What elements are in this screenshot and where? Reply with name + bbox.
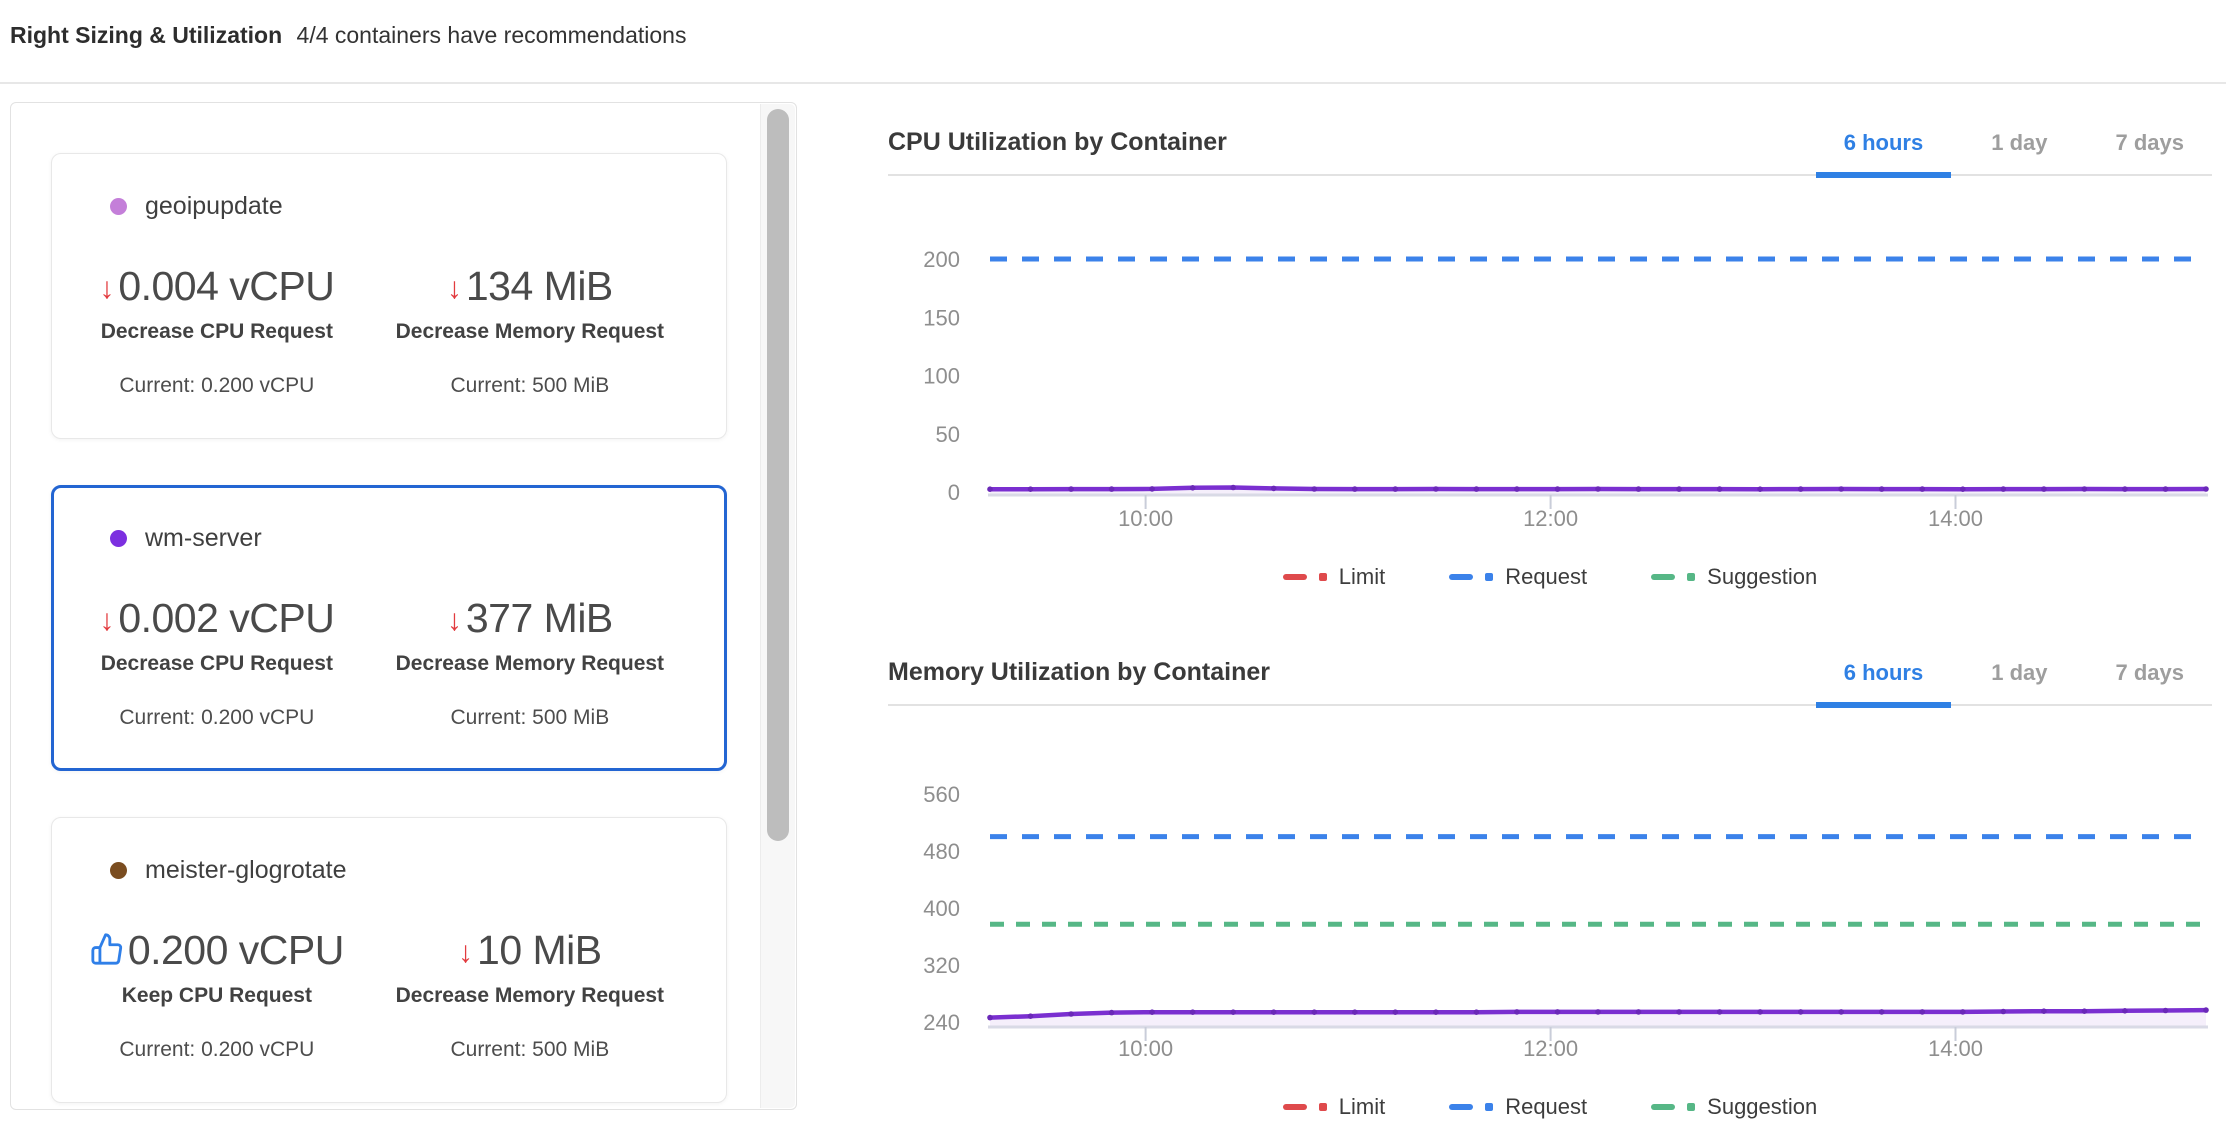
page-header: Right Sizing & Utilization 4/4 container…	[0, 0, 2226, 84]
cpu-chart-legend: Limit Request Suggestion	[888, 562, 2212, 592]
tab-6-hours[interactable]: 6 hours	[1816, 130, 1951, 178]
legend-item-request[interactable]: Request	[1449, 1094, 1587, 1120]
legend-label: Suggestion	[1707, 564, 1817, 590]
panel-scrollbar-track[interactable]	[760, 104, 795, 1108]
x-tick-label: 14:00	[1928, 506, 1983, 531]
legend-item-limit[interactable]: Limit	[1283, 564, 1385, 590]
tab-1-day[interactable]: 1 day	[1963, 130, 2075, 178]
y-tick-label: 150	[923, 305, 960, 330]
suggestion-dash-icon	[1651, 1104, 1675, 1110]
cpu-chart-title: CPU Utilization by Container	[888, 128, 1227, 157]
arrow-down-icon: ↓	[447, 274, 462, 304]
suggestion-dot-icon	[1687, 573, 1695, 581]
legend-item-suggestion[interactable]: Suggestion	[1651, 1094, 1817, 1120]
container-name: geoipupdate	[145, 192, 283, 221]
memory-chart-title: Memory Utilization by Container	[888, 658, 1270, 687]
cpu-recommendation-value: 0.200 vCPU	[128, 927, 344, 974]
cpu-current-value: Current: 0.200 vCPU	[76, 1038, 358, 1062]
request-dot-icon	[1485, 573, 1493, 581]
page-subtitle: 4/4 containers have recommendations	[297, 22, 687, 48]
suggestion-dash-icon	[1651, 574, 1675, 580]
y-tick-label: 50	[936, 422, 960, 447]
memory-chart-legend: Limit Request Suggestion	[888, 1092, 2212, 1122]
y-tick-label: 480	[923, 839, 960, 864]
request-dash-icon	[1449, 574, 1473, 580]
request-dash-icon	[1449, 1104, 1473, 1110]
x-tick-label: 12:00	[1523, 1036, 1578, 1061]
x-tick-label: 10:00	[1118, 1036, 1173, 1061]
legend-item-limit[interactable]: Limit	[1283, 1094, 1385, 1120]
tab-1-day[interactable]: 1 day	[1963, 660, 2075, 708]
cpu-chart-section: CPU Utilization by Container 6 hours 1 d…	[888, 110, 2212, 592]
arrow-down-icon: ↓	[447, 606, 462, 636]
legend-label: Suggestion	[1707, 1094, 1817, 1120]
legend-label: Request	[1505, 564, 1587, 590]
container-card-wm-server[interactable]: wm-server ↓ 0.002 vCPU Decrease CPU Requ…	[51, 485, 727, 771]
tab-7-days[interactable]: 7 days	[2088, 130, 2213, 178]
x-tick-label: 14:00	[1928, 1036, 1983, 1061]
container-name: meister-glogrotate	[145, 856, 346, 885]
x-tick-label: 12:00	[1523, 506, 1578, 531]
cpu-chart-plot[interactable]: 0 50 100 150 200 10:00 12:00 14:00	[888, 176, 2212, 536]
cpu-recommendation-value: 0.004 vCPU	[118, 263, 334, 310]
container-card-geoipupdate[interactable]: geoipupdate ↓ 0.004 vCPU Decrease CPU Re…	[51, 153, 727, 439]
y-tick-label: 560	[923, 782, 960, 807]
y-tick-label: 200	[923, 247, 960, 272]
y-tick-label: 320	[923, 953, 960, 978]
thumbs-up-icon	[90, 932, 124, 966]
tab-7-days[interactable]: 7 days	[2088, 660, 2213, 708]
legend-label: Request	[1505, 1094, 1587, 1120]
cpu-recommendation-label: Decrease CPU Request	[76, 652, 358, 676]
memory-current-value: Current: 500 MiB	[358, 706, 702, 730]
memory-current-value: Current: 500 MiB	[358, 1038, 702, 1062]
limit-dash-icon	[1283, 574, 1307, 580]
memory-chart-plot[interactable]: 240 320 400 480 560 10:00 12:00 14:00	[888, 706, 2212, 1066]
arrow-down-icon: ↓	[99, 274, 114, 304]
request-dot-icon	[1485, 1103, 1493, 1111]
limit-dot-icon	[1319, 573, 1327, 581]
legend-label: Limit	[1339, 1094, 1385, 1120]
container-name: wm-server	[145, 524, 262, 553]
memory-recommendation-value: 377 MiB	[466, 595, 613, 642]
arrow-down-icon: ↓	[99, 606, 114, 636]
memory-recommendation-label: Decrease Memory Request	[358, 984, 702, 1008]
memory-current-value: Current: 500 MiB	[358, 374, 702, 398]
memory-chart-section: Memory Utilization by Container 6 hours …	[888, 640, 2212, 1122]
recommendations-panel: geoipupdate ↓ 0.004 vCPU Decrease CPU Re…	[10, 102, 797, 1110]
cpu-current-value: Current: 0.200 vCPU	[76, 706, 358, 730]
legend-label: Limit	[1339, 564, 1385, 590]
container-color-dot	[110, 198, 127, 215]
container-card-meister-glogrotate[interactable]: meister-glogrotate 0.200 vCPU Keep CPU R…	[51, 817, 727, 1103]
y-tick-label: 100	[923, 364, 960, 389]
container-color-dot	[110, 530, 127, 547]
y-tick-label: 400	[923, 896, 960, 921]
panel-scrollbar-thumb[interactable]	[767, 109, 789, 841]
y-tick-label: 0	[948, 480, 960, 505]
arrow-down-icon: ↓	[458, 938, 473, 968]
x-tick-label: 10:00	[1118, 506, 1173, 531]
container-color-dot	[110, 862, 127, 879]
memory-recommendation-value: 134 MiB	[466, 263, 613, 310]
legend-item-suggestion[interactable]: Suggestion	[1651, 564, 1817, 590]
cpu-current-value: Current: 0.200 vCPU	[76, 374, 358, 398]
limit-dash-icon	[1283, 1104, 1307, 1110]
y-tick-label: 240	[923, 1010, 960, 1035]
memory-recommendation-label: Decrease Memory Request	[358, 320, 702, 344]
cpu-recommendation-label: Decrease CPU Request	[76, 320, 358, 344]
memory-recommendation-value: 10 MiB	[477, 927, 602, 974]
legend-item-request[interactable]: Request	[1449, 564, 1587, 590]
container-card-list: geoipupdate ↓ 0.004 vCPU Decrease CPU Re…	[11, 103, 760, 1109]
suggestion-dot-icon	[1687, 1103, 1695, 1111]
page-title: Right Sizing & Utilization	[10, 22, 282, 48]
memory-time-range-tabs: 6 hours 1 day 7 days	[1816, 660, 2212, 708]
cpu-recommendation-label: Keep CPU Request	[76, 984, 358, 1008]
memory-recommendation-label: Decrease Memory Request	[358, 652, 702, 676]
cpu-recommendation-value: 0.002 vCPU	[118, 595, 334, 642]
cpu-time-range-tabs: 6 hours 1 day 7 days	[1816, 130, 2212, 178]
charts-column: CPU Utilization by Container 6 hours 1 d…	[888, 110, 2212, 1122]
limit-dot-icon	[1319, 1103, 1327, 1111]
tab-6-hours[interactable]: 6 hours	[1816, 660, 1951, 708]
